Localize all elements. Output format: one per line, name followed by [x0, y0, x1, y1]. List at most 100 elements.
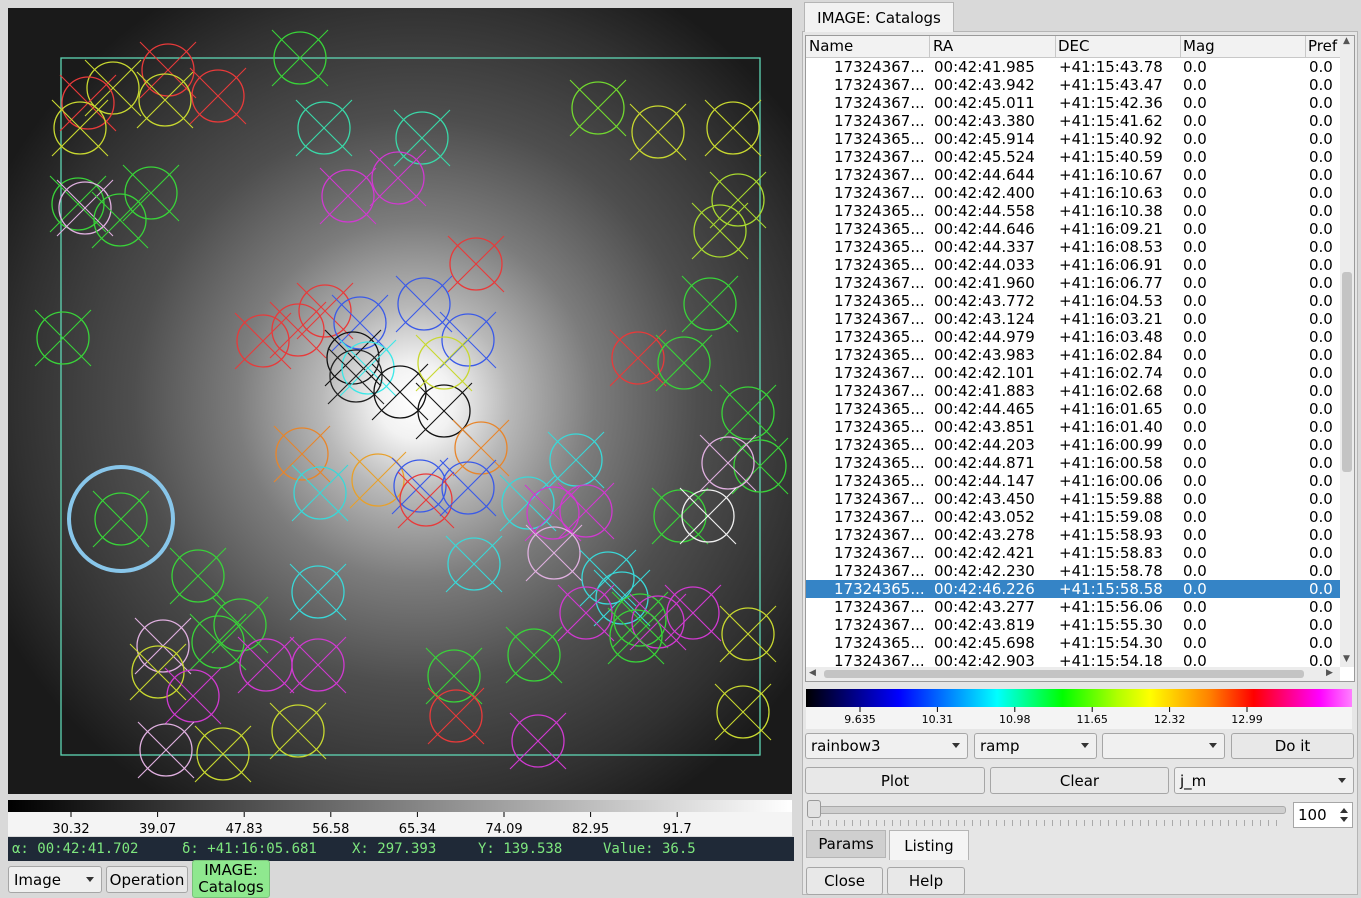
- table-cell: 0.0: [1309, 346, 1333, 364]
- table-cell: 0.0: [1183, 148, 1207, 166]
- table-row[interactable]: 17324365... 00:42:44.465 +41:16:01.65 0.0 0.…: [806, 400, 1340, 418]
- table-cell: 17324365...: [834, 220, 925, 238]
- table-row[interactable]: 17324367... 00:42:41.985 +41:15:43.78 0.0 0.…: [806, 58, 1340, 76]
- scroll-right-icon[interactable]: ▶: [1326, 668, 1333, 678]
- field-dropdown[interactable]: j_m: [1174, 767, 1354, 794]
- table-row[interactable]: 17324365... 00:42:44.147 +41:16:00.06 0.0 0.…: [806, 472, 1340, 490]
- table-row[interactable]: 17324367... 00:42:45.524 +41:15:40.59 0.0 0.…: [806, 148, 1340, 166]
- horizontal-scrollbar[interactable]: ◀ ▶: [806, 667, 1340, 681]
- table-cell: 0.0: [1309, 616, 1333, 634]
- table-cell: 17324367...: [834, 76, 925, 94]
- table-cell: 0.0: [1183, 94, 1207, 112]
- table-row[interactable]: 17324367... 00:42:41.883 +41:16:02.68 0.0 0.…: [806, 382, 1340, 400]
- plot-button[interactable]: Plot: [805, 767, 985, 794]
- image-menu-dropdown[interactable]: Image: [8, 866, 102, 893]
- catalog-table[interactable]: Name RA DEC Mag Pref 17324367... 00:42:41…: [805, 35, 1355, 682]
- column-header-mag[interactable]: Mag: [1183, 37, 1301, 55]
- help-button[interactable]: Help: [887, 867, 965, 895]
- table-cell: +41:16:02.74: [1059, 364, 1163, 382]
- table-cell: 0.0: [1309, 112, 1333, 130]
- slider-handle[interactable]: [807, 800, 821, 818]
- close-button[interactable]: Close: [806, 867, 883, 895]
- scroll-up-icon[interactable]: ▲: [1343, 36, 1350, 46]
- table-row[interactable]: 17324367... 00:42:42.230 +41:15:58.78 0.0 0.…: [806, 562, 1340, 580]
- colormap-dropdown[interactable]: rainbow3: [805, 733, 968, 759]
- third-dropdown[interactable]: [1102, 733, 1225, 759]
- column-header-dec[interactable]: DEC: [1058, 37, 1176, 55]
- table-cell: 0.0: [1309, 436, 1333, 454]
- table-row[interactable]: 17324367... 00:42:42.400 +41:16:10.63 0.0 0.…: [806, 184, 1340, 202]
- galaxy-image: [8, 8, 792, 794]
- column-header-pref[interactable]: Pref: [1308, 37, 1340, 55]
- table-row[interactable]: 17324367... 00:42:43.278 +41:15:58.93 0.0 0.…: [806, 526, 1340, 544]
- slider-track[interactable]: [812, 806, 1286, 814]
- spin-down-icon[interactable]: [1340, 817, 1348, 822]
- vertical-scrollbar[interactable]: ▲ ▼: [1340, 36, 1354, 667]
- image-catalogs-tab[interactable]: IMAGE: Catalogs: [192, 860, 270, 898]
- table-row[interactable]: 17324367... 00:42:45.011 +41:15:42.36 0.0 0.…: [806, 94, 1340, 112]
- table-cell: 00:42:42.101: [934, 364, 1035, 382]
- operation-button[interactable]: Operation: [106, 866, 188, 893]
- tab-image-catalogs[interactable]: IMAGE: Catalogs: [804, 2, 954, 32]
- clear-button[interactable]: Clear: [990, 767, 1169, 794]
- table-cell: 17324365...: [834, 418, 925, 436]
- horizontal-scroll-thumb[interactable]: [824, 670, 1304, 678]
- table-row[interactable]: 17324367... 00:42:43.380 +41:15:41.62 0.0 0.…: [806, 112, 1340, 130]
- tab-listing-label: Listing: [904, 836, 954, 855]
- table-row[interactable]: 17324365... 00:42:45.914 +41:15:40.92 0.0 0.…: [806, 130, 1340, 148]
- table-cell: 0.0: [1183, 76, 1207, 94]
- table-cell: 0.0: [1183, 346, 1207, 364]
- table-row[interactable]: 17324365... 00:42:44.871 +41:16:00.58 0.0 0.…: [806, 454, 1340, 472]
- table-row[interactable]: 17324367... 00:42:41.960 +41:16:06.77 0.0 0.…: [806, 274, 1340, 292]
- table-cell: 0.0: [1183, 490, 1207, 508]
- table-row[interactable]: 17324365... 00:42:44.646 +41:16:09.21 0.0 0.…: [806, 220, 1340, 238]
- colorbar-tick-label: 91.7: [663, 822, 692, 836]
- table-row[interactable]: 17324367... 00:42:43.052 +41:15:59.08 0.0 0.…: [806, 508, 1340, 526]
- image-canvas[interactable]: [8, 8, 792, 794]
- table-row[interactable]: 17324367... 00:42:43.124 +41:16:03.21 0.0 0.…: [806, 310, 1340, 328]
- table-row[interactable]: 17324367... 00:42:43.942 +41:15:43.47 0.0 0.…: [806, 76, 1340, 94]
- table-row[interactable]: 17324367... 00:42:44.644 +41:16:10.67 0.0 0.…: [806, 166, 1340, 184]
- image-viewer[interactable]: [8, 8, 792, 794]
- table-row[interactable]: 17324365... 00:42:44.558 +41:16:10.38 0.0 0.…: [806, 202, 1340, 220]
- table-cell: 0.0: [1309, 310, 1333, 328]
- table-cell: +41:16:03.48: [1059, 328, 1163, 346]
- table-row[interactable]: 17324365... 00:42:44.203 +41:16:00.99 0.0 0.…: [806, 436, 1340, 454]
- scroll-down-icon[interactable]: ▼: [1343, 654, 1350, 664]
- table-cell: 00:42:44.644: [934, 166, 1035, 184]
- table-cell: 17324365...: [834, 400, 925, 418]
- table-row[interactable]: 17324365... 00:42:44.033 +41:16:06.91 0.0 0.…: [806, 256, 1340, 274]
- table-cell: 0.0: [1183, 166, 1207, 184]
- scroll-left-icon[interactable]: ◀: [809, 668, 816, 678]
- table-row[interactable]: 17324365... 00:42:43.983 +41:16:02.84 0.0 0.…: [806, 346, 1340, 364]
- table-row[interactable]: 17324367... 00:42:43.450 +41:15:59.88 0.0 0.…: [806, 490, 1340, 508]
- table-row[interactable]: 17324367... 00:42:42.101 +41:16:02.74 0.0 0.…: [806, 364, 1340, 382]
- table-cell: +41:15:55.30: [1059, 616, 1163, 634]
- table-cell: 17324365...: [834, 472, 925, 490]
- slider-value-spinbox[interactable]: 100: [1293, 802, 1353, 828]
- table-row[interactable]: 17324365... 00:42:45.698 +41:15:54.30 0.0 0.…: [806, 634, 1340, 652]
- table-cell: 00:42:42.230: [934, 562, 1035, 580]
- table-row[interactable]: 17324367... 00:42:42.421 +41:15:58.83 0.0 0.…: [806, 544, 1340, 562]
- tab-listing[interactable]: Listing: [889, 830, 969, 860]
- table-cell: +41:15:58.93: [1059, 526, 1163, 544]
- column-header-name[interactable]: Name: [809, 37, 927, 55]
- table-row[interactable]: 17324365... 00:42:43.851 +41:16:01.40 0.0 0.…: [806, 418, 1340, 436]
- table-row[interactable]: 17324365... 00:42:43.772 +41:16:04.53 0.0 0.…: [806, 292, 1340, 310]
- do-it-button[interactable]: Do it: [1231, 733, 1354, 759]
- table-row[interactable]: 17324365... 00:42:44.979 +41:16:03.48 0.0 0.…: [806, 328, 1340, 346]
- column-header-ra[interactable]: RA: [933, 37, 1051, 55]
- spin-up-icon[interactable]: [1340, 808, 1348, 813]
- table-row[interactable]: 17324365... 00:42:46.226 +41:15:58.58 0.0 0.…: [806, 580, 1340, 598]
- table-cell: 0.0: [1309, 400, 1333, 418]
- table-cell: 0.0: [1309, 382, 1333, 400]
- table-row[interactable]: 17324367... 00:42:43.277 +41:15:56.06 0.0 0.…: [806, 598, 1340, 616]
- tab-params[interactable]: Params: [806, 830, 886, 858]
- table-cell: +41:16:10.67: [1059, 166, 1163, 184]
- table-row[interactable]: 17324367... 00:42:43.819 +41:15:55.30 0.0 0.…: [806, 616, 1340, 634]
- table-body[interactable]: 17324367... 00:42:41.985 +41:15:43.78 0.0 0.…: [806, 58, 1340, 670]
- scale-dropdown[interactable]: ramp: [974, 733, 1097, 759]
- table-cell: 0.0: [1309, 166, 1333, 184]
- table-row[interactable]: 17324365... 00:42:44.337 +41:16:08.53 0.0 0.…: [806, 238, 1340, 256]
- vertical-scroll-thumb[interactable]: [1342, 272, 1352, 472]
